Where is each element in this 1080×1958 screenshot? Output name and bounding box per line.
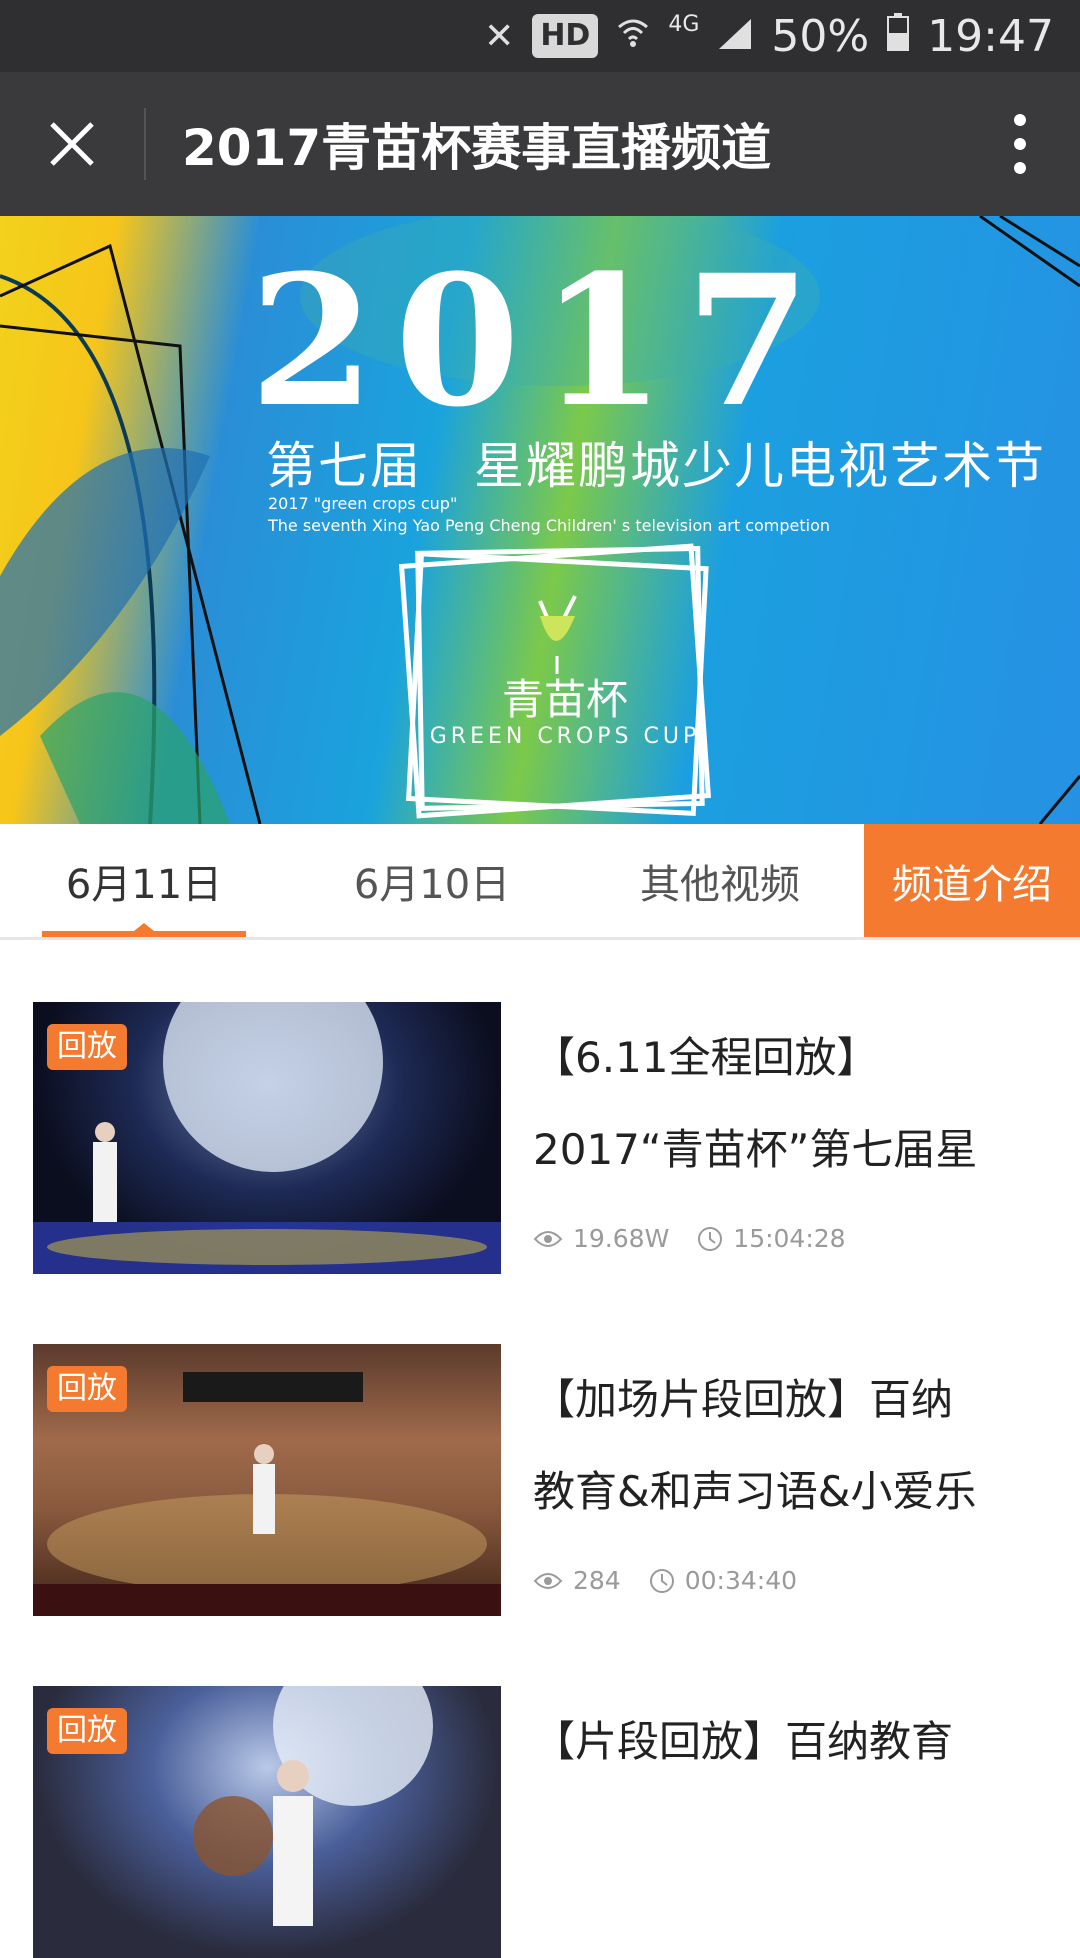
vibrate-mute-icon: ✕ (484, 15, 515, 57)
page-title: 2017青苗杯赛事直播频道 (182, 119, 772, 177)
eye-icon (533, 1572, 563, 1589)
channel-banner[interactable]: 2017 第七届 星耀鹏城少儿电视艺术节 2017 "green crops c… (0, 216, 1080, 824)
video-duration: 00:34:40 (684, 1566, 797, 1595)
replay-badge: 回放 (47, 1024, 127, 1070)
video-title[interactable]: 【片段回放】百纳教育 (533, 1696, 1033, 1788)
banner-cup-name-en: GREEN CROPS CUP (429, 724, 701, 749)
tab-bar: 6月11日 6月10日 其他视频 频道介绍 (0, 824, 1080, 940)
tab-other-videos[interactable]: 其他视频 (576, 824, 864, 937)
network-type: 4G (668, 11, 700, 37)
eye-icon (533, 1230, 563, 1247)
video-meta: 19.68W 15:04:28 (533, 1224, 846, 1253)
video-title-line-1: 【6.11全程回放】 (533, 1033, 879, 1082)
status-bar: ✕ HD 4G 50% 19:47 (0, 0, 1080, 72)
tab-channel-intro[interactable]: 频道介绍 (864, 824, 1080, 937)
banner-subtitle-en-2: The seventh Xing Yao Peng Cheng Children… (268, 516, 831, 535)
clock-time: 19:47 (927, 10, 1054, 62)
banner-year: 2017 (249, 236, 831, 447)
more-dot (1014, 162, 1026, 174)
tab-june-10[interactable]: 6月10日 (288, 824, 576, 937)
view-count: 19.68W (573, 1224, 670, 1253)
divider (144, 108, 146, 180)
video-title[interactable]: 【6.11全程回放】 2017“青苗杯”第七届星 (533, 1012, 1033, 1196)
wifi-icon (616, 15, 650, 58)
video-meta: 284 00:34:40 (533, 1566, 797, 1595)
battery-icon (887, 11, 910, 62)
video-title-line-2: 2017“青苗杯”第七届星 (533, 1125, 978, 1174)
signal-icon (717, 11, 753, 62)
view-count: 284 (573, 1566, 621, 1595)
banner-subtitle-en-1: 2017 "green crops cup" (268, 494, 458, 513)
more-vertical-icon (1014, 114, 1026, 126)
clock-icon (649, 1568, 674, 1593)
close-icon (50, 122, 94, 166)
more-options-button[interactable] (970, 72, 1070, 216)
hd-badge: HD (532, 14, 599, 58)
replay-badge: 回放 (47, 1708, 127, 1754)
banner-title-cn: 第七届 星耀鹏城少儿电视艺术节 (266, 437, 1046, 495)
app-bar: 2017青苗杯赛事直播频道 (0, 72, 1080, 216)
video-title-line-1: 【加场片段回放】百纳 (533, 1375, 954, 1424)
close-button[interactable] (0, 72, 144, 216)
video-title-line-2: 教育&和声习语&小爱乐 (533, 1467, 977, 1516)
replay-badge: 回放 (47, 1366, 127, 1412)
video-thumbnail[interactable]: 回放 (33, 1686, 501, 1958)
clock-icon (698, 1226, 723, 1251)
video-thumbnail[interactable]: 回放 (33, 1344, 501, 1616)
tab-june-11[interactable]: 6月11日 (0, 824, 288, 937)
banner-cup-name-cn: 青苗杯 (501, 675, 628, 724)
battery-percent: 50% (771, 10, 870, 62)
video-list-item[interactable]: 回放 【6.11全程回放】 2017“青苗杯”第七届星 19.68W 15:04… (33, 1002, 1053, 1274)
video-title[interactable]: 【加场片段回放】百纳 教育&和声习语&小爱乐 (533, 1354, 1033, 1538)
video-thumbnail[interactable]: 回放 (33, 1002, 501, 1274)
more-dot (1014, 138, 1026, 150)
video-title-line-1: 【片段回放】百纳教育 (533, 1717, 954, 1766)
video-list-item[interactable]: 回放 【片段回放】百纳教育 (33, 1686, 1053, 1958)
video-duration: 15:04:28 (733, 1224, 846, 1253)
video-list-item[interactable]: 回放 【加场片段回放】百纳 教育&和声习语&小爱乐 284 00:34:40 (33, 1344, 1053, 1616)
